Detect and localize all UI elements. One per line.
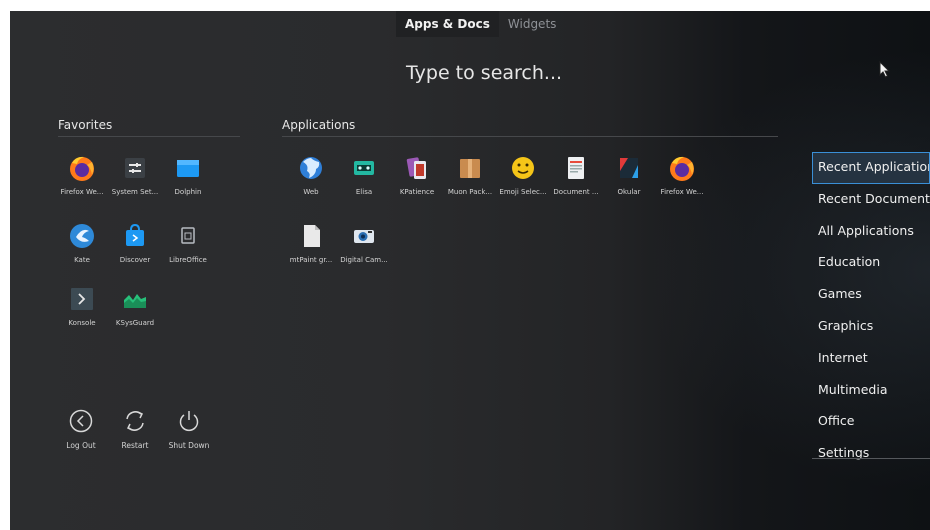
system-settings-icon: [125, 158, 145, 178]
app-digital-camera-label: Digital Cam...: [340, 256, 388, 264]
emoji-icon: [512, 157, 534, 179]
terminal-icon: [71, 288, 93, 310]
app-digital-camera[interactable]: Digital Cam...: [333, 221, 395, 264]
applications-title: Applications: [282, 118, 356, 132]
category-all-applications[interactable]: All Applications: [812, 216, 930, 248]
favorite-dolphin[interactable]: Dolphin: [157, 153, 219, 196]
libreoffice-icon: [181, 227, 195, 244]
favorite-ksysguard[interactable]: KSysGuard: [104, 284, 166, 327]
launcher-tabs: Apps & Docs Widgets: [396, 11, 565, 37]
shutdown-label: Shut Down: [168, 441, 210, 450]
category-multimedia[interactable]: Multimedia: [812, 375, 930, 407]
shutdown-button[interactable]: Shut Down: [159, 408, 219, 450]
camera-icon: [354, 230, 374, 243]
favorites-title: Favorites: [58, 118, 113, 132]
okular-icon: [620, 158, 638, 178]
discover-bag-icon: [126, 223, 144, 246]
firefox-icon: [70, 156, 94, 181]
logout-icon: [69, 409, 93, 433]
category-recent-documents[interactable]: Recent Documents: [812, 184, 930, 216]
music-player-icon: [354, 161, 374, 175]
restart-label: Restart: [121, 441, 149, 450]
app-firefox-label: Firefox We...: [660, 188, 704, 196]
category-games[interactable]: Games: [812, 279, 930, 311]
category-graphics[interactable]: Graphics: [812, 311, 930, 343]
category-recent-applications[interactable]: Recent Applications: [812, 152, 930, 184]
mouse-pointer-icon: [879, 61, 891, 78]
restart-icon: [126, 411, 144, 431]
document-viewer-icon: [568, 157, 584, 179]
paint-document-icon: [304, 225, 320, 247]
app-firefox[interactable]: Firefox We...: [651, 153, 713, 196]
cards-icon: [406, 157, 426, 179]
system-monitor-icon: [124, 294, 146, 308]
category-scroll-divider: [812, 458, 930, 459]
category-education[interactable]: Education: [812, 247, 930, 279]
favorite-dolphin-label: Dolphin: [174, 188, 202, 196]
globe-icon: [300, 157, 322, 179]
logout-label: Log Out: [66, 441, 96, 450]
restart-button[interactable]: Restart: [105, 408, 165, 450]
folder-icon: [177, 160, 199, 177]
tab-apps-docs[interactable]: Apps & Docs: [396, 11, 499, 37]
category-office[interactable]: Office: [812, 406, 930, 438]
kate-icon: [70, 224, 94, 248]
category-settings[interactable]: Settings: [812, 438, 930, 470]
package-icon: [460, 159, 480, 178]
favorites-divider: [58, 136, 240, 137]
search-input[interactable]: Type to search...: [406, 62, 562, 84]
firefox-icon: [670, 156, 694, 181]
favorite-libreoffice-label: LibreOffice: [169, 256, 207, 264]
power-icon: [179, 411, 199, 432]
logout-button[interactable]: Log Out: [51, 408, 111, 450]
applications-divider: [282, 136, 778, 137]
tab-widgets[interactable]: Widgets: [499, 11, 566, 37]
category-list: Recent Applications Recent Documents All…: [812, 152, 930, 470]
category-internet[interactable]: Internet: [812, 343, 930, 375]
application-launcher: Apps & Docs Widgets Type to search... Fa…: [10, 11, 930, 530]
favorite-ksysguard-label: KSysGuard: [115, 319, 155, 327]
favorite-libreoffice[interactable]: LibreOffice: [157, 221, 219, 264]
